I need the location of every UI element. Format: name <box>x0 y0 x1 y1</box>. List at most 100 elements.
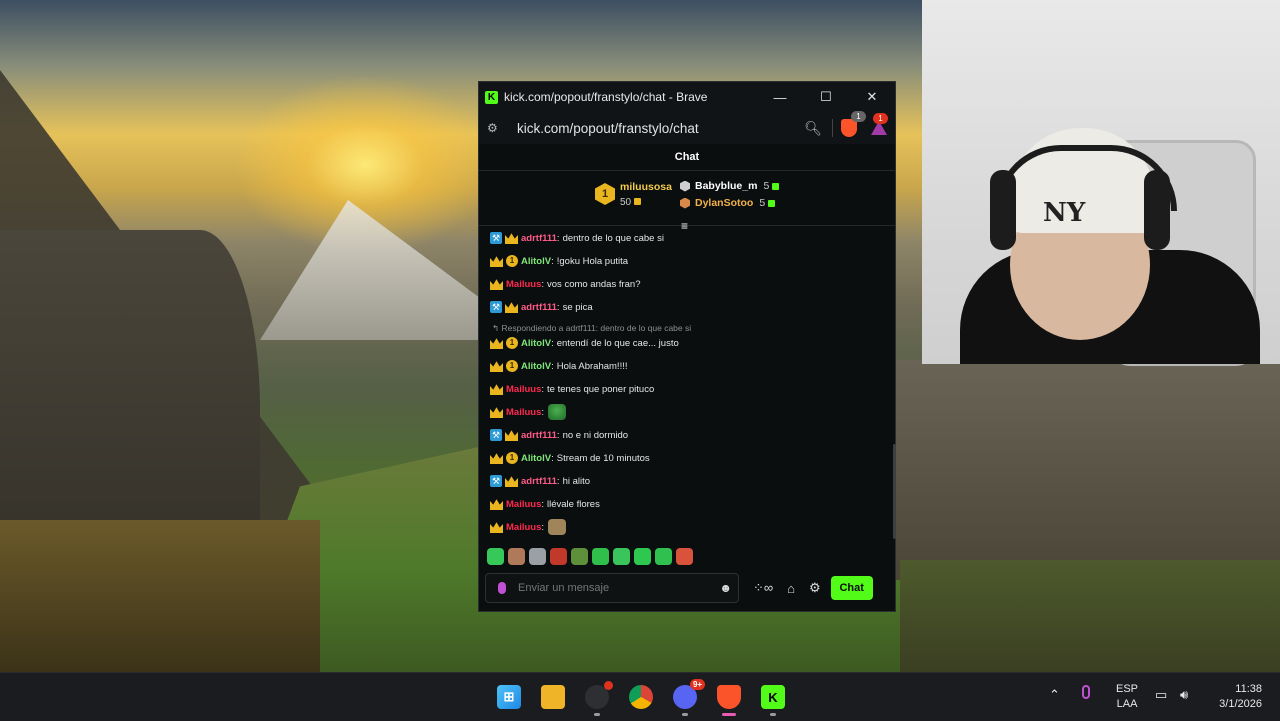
chat-message[interactable]: Mailuus: vos como andas fran? <box>490 276 641 292</box>
clock[interactable]: 11:38 3/1/2026 <box>1210 683 1262 710</box>
chat-scrollbar[interactable] <box>893 444 896 539</box>
url-field[interactable]: kick.com/popout/franstylo/chat <box>509 121 794 136</box>
message-username[interactable]: Mailuus <box>506 384 541 395</box>
keyboard-layout: LAA <box>1116 698 1138 710</box>
app-running-indicator <box>682 713 688 716</box>
message-username[interactable]: AlitolV <box>521 338 551 349</box>
reply-context[interactable]: ↰ Respondiendo a adrtf111: dentro de lo … <box>492 323 691 334</box>
kick-app-icon[interactable]: K <box>761 685 785 709</box>
store-icon[interactable]: ⌂ <box>787 581 795 596</box>
volume-icon[interactable]: 🔊︎ <box>1180 687 1188 703</box>
message-text: !goku Hola putita <box>556 255 629 267</box>
message-username[interactable]: adrtf111 <box>521 430 557 441</box>
chat-message[interactable]: Mailuus: <box>490 519 567 535</box>
chat-message[interactable]: Mailuus: <box>490 404 567 420</box>
message-text: vos como andas fran? <box>547 278 641 290</box>
brave-icon[interactable] <box>717 685 741 709</box>
site-settings-icon[interactable]: ⚙ <box>487 121 509 135</box>
message-text: te tenes que poner pituco <box>547 383 655 395</box>
emote-6-icon[interactable] <box>592 548 609 565</box>
subscriber-crown-icon <box>505 302 518 313</box>
kick-logo-icon: K <box>485 90 498 104</box>
message-username[interactable]: Mailuus <box>506 407 541 418</box>
show-hidden-icons-chevron-icon[interactable]: ⌃ <box>1049 687 1060 703</box>
subscriber-crown-icon <box>490 384 503 395</box>
chat-message[interactable]: ⚒ adrtf111: hi alito <box>490 473 590 489</box>
message-input-box[interactable]: ☻ <box>485 573 739 603</box>
moderator-badge-icon: ⚒ <box>490 232 502 244</box>
emote-4-icon[interactable] <box>550 548 567 565</box>
chat-message[interactable]: 1 AlitolV: !goku Hola putita <box>490 253 628 269</box>
subscriber-crown-icon <box>505 233 518 244</box>
gifter-badge-icon: 1 <box>506 255 518 267</box>
message-username[interactable]: AlitolV <box>521 256 551 267</box>
input-language-indicator[interactable]: ESP LAA <box>1116 683 1138 710</box>
message-username[interactable]: Mailuus <box>506 499 541 510</box>
chat-message[interactable]: Mailuus: te tenes que poner pituco <box>490 381 654 397</box>
chat-message[interactable]: 1 AlitolV: entendí de lo que cae... just… <box>490 335 679 351</box>
emote-5-icon[interactable] <box>571 548 588 565</box>
network-icon[interactable]: ▭ <box>1155 687 1167 703</box>
file-explorer-icon[interactable] <box>541 685 565 709</box>
pepe-emote-icon[interactable] <box>548 404 567 420</box>
chat-message[interactable]: ⚒ adrtf111: dentro de lo que cabe si <box>490 230 664 246</box>
message-username[interactable]: AlitolV <box>521 361 551 372</box>
chat-message[interactable]: ⚒ adrtf111: se pica <box>490 299 593 315</box>
message-username[interactable]: adrtf111 <box>521 233 557 244</box>
emote-10-icon[interactable] <box>676 548 693 565</box>
chat-message[interactable]: 1 AlitolV: Stream de 10 minutos <box>490 450 650 466</box>
microphone-icon[interactable] <box>498 582 506 594</box>
address-divider <box>832 119 833 137</box>
capture-app-icon[interactable] <box>585 681 613 709</box>
emote-7-icon[interactable] <box>613 548 630 565</box>
brave-shield-icon[interactable]: 1 <box>841 111 866 137</box>
zoom-icon[interactable]: 🔍︎ <box>804 120 822 137</box>
leaderboard-top-name[interactable]: miluusosa <box>620 181 672 193</box>
maximize-button[interactable]: ☐ <box>803 82 849 112</box>
discord-icon[interactable]: 9+ <box>673 679 705 709</box>
headphone-right <box>1144 170 1170 250</box>
message-username[interactable]: adrtf111 <box>521 476 557 487</box>
chrome-icon[interactable] <box>629 685 653 709</box>
message-text: Hola Abraham!!!! <box>556 360 628 372</box>
brave-rewards-icon[interactable]: 1 <box>871 113 888 135</box>
kick-coin-icon <box>772 182 780 190</box>
subscriber-crown-icon <box>490 256 503 267</box>
gifter-badge-icon: 1 <box>506 452 518 464</box>
subscriber-crown-icon <box>490 499 503 510</box>
chat-message[interactable]: Mailuus: llévale flores <box>490 496 600 512</box>
emote-2-icon[interactable] <box>508 548 525 565</box>
close-button[interactable]: ✕ <box>849 82 895 112</box>
settings-gear-icon[interactable]: ⚙ <box>809 580 821 596</box>
minimize-button[interactable]: — <box>757 82 803 112</box>
subscriber-crown-icon <box>490 407 503 418</box>
moderator-badge-icon: ⚒ <box>490 475 502 487</box>
emoji-picker-icon[interactable]: ☻ <box>719 581 732 595</box>
emote-9-icon[interactable] <box>655 548 672 565</box>
moderator-badge-icon: ⚒ <box>490 301 502 313</box>
kicks-gift-icon[interactable]: ⁘∞ <box>753 580 773 596</box>
notification-dot <box>604 681 613 690</box>
leaderboard-entry[interactable]: DylanSotoo 5 <box>680 197 776 209</box>
leaderboard-entry[interactable]: Babyblue_m 5 <box>680 180 780 192</box>
subscriber-crown-icon <box>490 338 503 349</box>
emote-3-icon[interactable] <box>529 548 546 565</box>
browser-window: K kick.com/popout/franstylo/chat - Brave… <box>478 81 896 612</box>
message-username[interactable]: Mailuus <box>506 279 541 290</box>
message-input[interactable] <box>516 581 720 595</box>
microphone-in-use-icon[interactable] <box>1082 685 1090 699</box>
message-username[interactable]: Mailuus <box>506 522 541 533</box>
window-titlebar[interactable]: K kick.com/popout/franstylo/chat - Brave… <box>479 82 895 112</box>
leaderboard-name: Babyblue_m <box>695 180 758 192</box>
headphone-left <box>990 170 1016 250</box>
emote-1-icon[interactable] <box>487 548 504 565</box>
send-chat-button[interactable]: Chat <box>830 576 873 600</box>
emote-8-icon[interactable] <box>634 548 651 565</box>
chat-message[interactable]: ⚒ adrtf111: no e ni dormido <box>490 427 628 443</box>
subscriber-crown-icon <box>490 361 503 372</box>
message-username[interactable]: AlitolV <box>521 453 551 464</box>
dog-emote-icon[interactable] <box>548 519 567 535</box>
message-username[interactable]: adrtf111 <box>521 302 557 313</box>
windows-start-icon[interactable]: ⊞ <box>497 685 521 709</box>
chat-message[interactable]: 1 AlitolV: Hola Abraham!!!! <box>490 358 628 374</box>
